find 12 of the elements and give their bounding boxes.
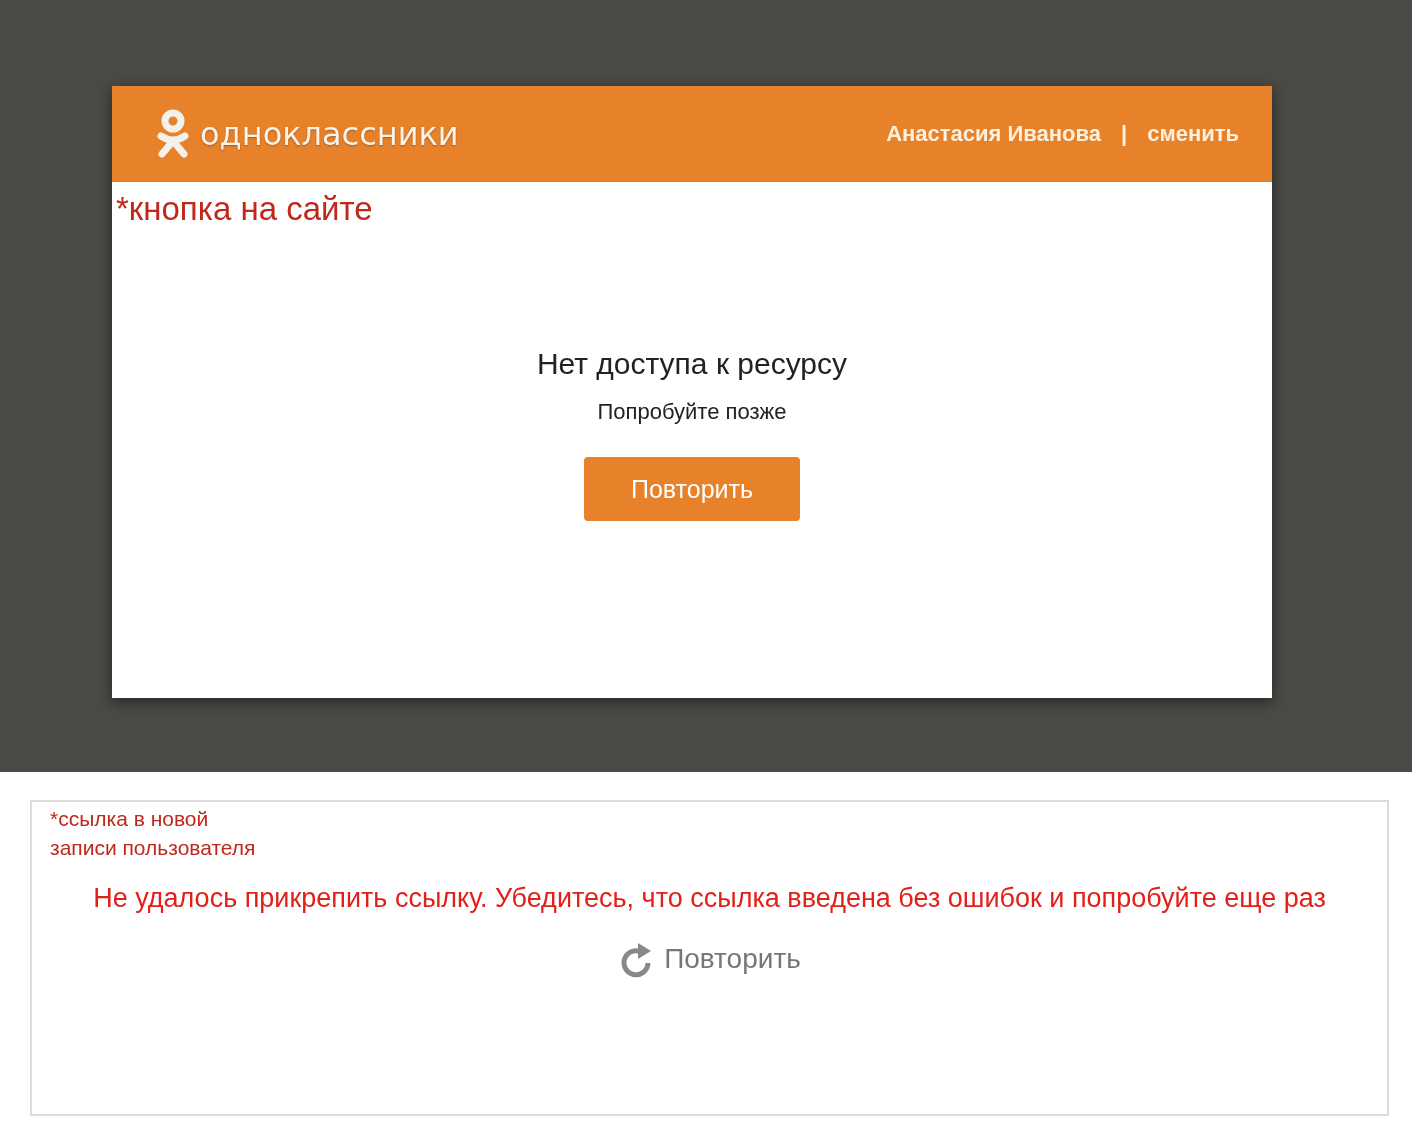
- logo-icon: [156, 108, 190, 160]
- switch-link[interactable]: сменить: [1147, 121, 1239, 147]
- logo-text: одноклассники: [200, 115, 459, 153]
- annotation-note: *кнопка на сайте: [116, 192, 374, 225]
- error-message: Не удалось прикрепить ссылку. Убедитесь, что ссылка введена без ошибок и попробуйте еще раз: [92, 882, 1327, 915]
- user-name-link[interactable]: Анастасия Иванова: [886, 121, 1101, 147]
- error-title: Нет доступа к ресурсу: [536, 347, 848, 381]
- separator: |: [1121, 121, 1128, 147]
- error-hint: Попробуйте позже: [597, 399, 787, 425]
- retry-button[interactable]: Повторить: [584, 457, 800, 521]
- retry-link[interactable]: Повторить: [618, 939, 801, 979]
- annotation-note: *ссылка в новой записи пользователя: [50, 806, 257, 861]
